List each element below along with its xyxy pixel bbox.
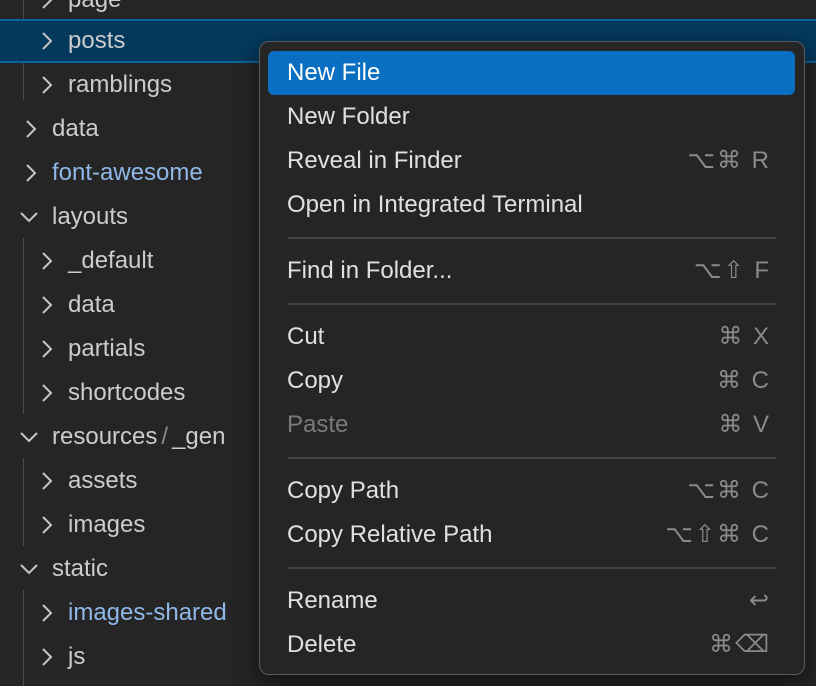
menu-item-label: Copy Path	[287, 477, 400, 504]
context-menu: New File New Folder Reveal in Finder ⌥⌘ …	[259, 41, 805, 675]
menu-item-cut[interactable]: Cut ⌘ X	[268, 315, 795, 359]
tree-item-label: data	[52, 115, 99, 142]
chevron-right-icon	[26, 164, 37, 182]
tree-item-label: images-shared	[68, 599, 227, 626]
menu-item-open-in-terminal[interactable]: Open in Integrated Terminal	[268, 183, 795, 227]
tree-item-label: static	[52, 555, 109, 582]
shortcut-hint: ⌘ X	[718, 323, 771, 350]
menu-item-label: New File	[287, 59, 381, 86]
chevron-right-icon	[42, 648, 53, 666]
tree-item-label: data	[68, 291, 115, 318]
menu-item-find-in-folder[interactable]: Find in Folder... ⌥⇧ F	[268, 249, 795, 293]
shortcut-hint: ⌘ C	[717, 367, 771, 394]
menu-item-copy[interactable]: Copy ⌘ C	[268, 359, 795, 403]
chevron-down-icon	[20, 212, 38, 223]
menu-item-label: New Folder	[287, 103, 410, 130]
menu-item-rename[interactable]: Rename ↩	[268, 579, 795, 623]
shortcut-hint: ⌥⌘ C	[687, 477, 771, 504]
menu-item-label: Paste	[287, 411, 349, 438]
chevron-right-icon	[42, 252, 53, 270]
tree-item-label: partials	[68, 335, 146, 362]
menu-item-label: Delete	[287, 631, 357, 658]
tree-item-label: ramblings	[68, 71, 173, 98]
chevron-right-icon	[42, 340, 53, 358]
chevron-right-icon	[42, 76, 53, 94]
shortcut-hint: ⌘⌫	[709, 631, 771, 658]
tree-item-label: font-awesome	[52, 159, 203, 186]
chevron-right-icon	[42, 32, 53, 50]
menu-item-new-folder[interactable]: New Folder	[268, 95, 795, 139]
menu-divider	[288, 237, 776, 239]
menu-divider	[288, 303, 776, 305]
tree-item-label: js	[68, 643, 86, 670]
tree-item-label: posts	[68, 27, 126, 54]
menu-item-label: Open in Integrated Terminal	[287, 191, 583, 218]
tree-item-label-compact: resources / _gen	[52, 415, 225, 459]
menu-item-label: Find in Folder...	[287, 257, 453, 284]
chevron-right-icon	[42, 604, 53, 622]
menu-item-label: Cut	[287, 323, 325, 350]
menu-item-label: Reveal in Finder	[287, 147, 462, 174]
tree-item-label: shortcodes	[68, 379, 186, 406]
tree-item-label-part: _gen	[172, 423, 226, 450]
menu-divider	[288, 567, 776, 569]
tree-item-label: layouts	[52, 203, 129, 230]
tree-item-label: _default	[68, 247, 154, 274]
menu-item-delete[interactable]: Delete ⌘⌫	[268, 623, 795, 667]
chevron-right-icon	[26, 120, 37, 138]
tree-item-label: images	[68, 511, 146, 538]
shortcut-hint: ⌥⇧⌘ C	[665, 521, 771, 548]
return-key-icon: ↩	[748, 587, 771, 614]
path-separator: /	[161, 423, 169, 450]
tree-item-label-part: resources	[52, 423, 158, 450]
chevron-down-icon	[20, 432, 38, 443]
chevron-right-icon	[42, 384, 53, 402]
menu-divider	[288, 457, 776, 459]
menu-item-paste: Paste ⌘ V	[268, 403, 795, 447]
shortcut-hint: ⌥⌘ R	[687, 147, 771, 174]
tree-item-label: assets	[68, 467, 138, 494]
menu-item-copy-path[interactable]: Copy Path ⌥⌘ C	[268, 469, 795, 513]
chevron-down-icon	[20, 564, 38, 575]
shortcut-hint: ⌥⇧ F	[693, 257, 771, 284]
menu-item-label: Copy	[287, 367, 344, 394]
menu-item-label: Copy Relative Path	[287, 521, 493, 548]
menu-item-label: Rename	[287, 587, 378, 614]
shortcut-hint: ⌘ V	[718, 411, 771, 438]
menu-item-reveal-in-finder[interactable]: Reveal in Finder ⌥⌘ R	[268, 139, 795, 183]
chevron-right-icon	[42, 516, 53, 534]
chevron-right-icon	[42, 472, 53, 490]
menu-item-new-file[interactable]: New File	[268, 51, 795, 95]
chevron-right-icon	[42, 296, 53, 314]
menu-item-copy-relative-path[interactable]: Copy Relative Path ⌥⇧⌘ C	[268, 513, 795, 557]
